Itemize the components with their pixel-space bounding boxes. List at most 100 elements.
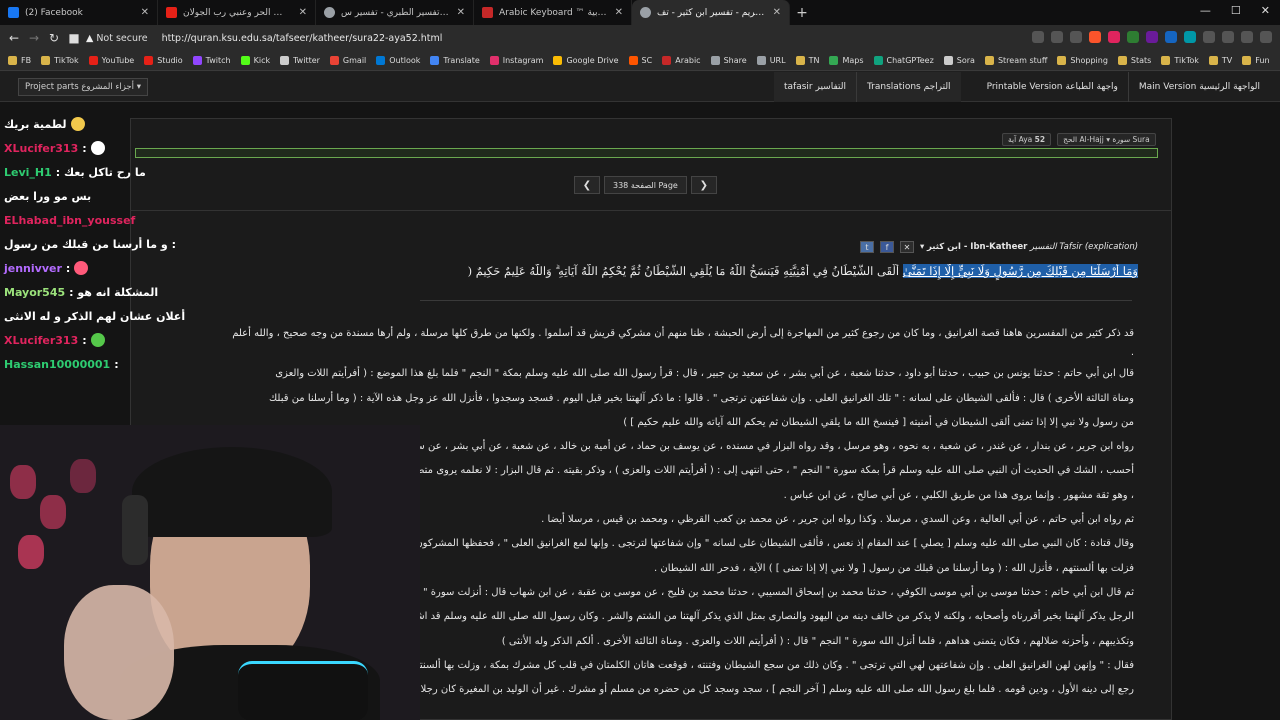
printable-version-link[interactable]: Printable Version واجهة الطباعة [977, 72, 1128, 102]
browser-tab[interactable]: عنبي رب الجيش الحر وعنبي رب الجولان✕ [158, 0, 316, 25]
bookmark-item[interactable]: Google Drive [553, 56, 619, 65]
chat-username[interactable]: jennivver [4, 262, 62, 275]
bookmark-item[interactable]: Twitch [192, 56, 231, 65]
chat-message: Mayor545 : المشكلة انه هو [4, 282, 158, 302]
tafsir-link[interactable]: tafasir التفاسير [774, 72, 856, 102]
bookmark-item[interactable]: Share [710, 56, 747, 65]
bookmark-item[interactable]: Instagram [489, 56, 543, 65]
project-parts-dropdown[interactable]: Project parts أجزاء المشروع ▾ [18, 78, 149, 96]
tafsir-paragraph: . [1130, 347, 1134, 359]
close-window-icon[interactable]: ✕ [1261, 4, 1270, 17]
new-tab-button[interactable]: + [790, 5, 814, 21]
bookmark-item[interactable]: TikTok [41, 56, 79, 65]
reload-icon[interactable]: ↻ [44, 31, 64, 45]
bookmark-item[interactable]: FB [8, 56, 31, 65]
prev-page-button[interactable]: ❮ [574, 176, 600, 194]
bookmark-item[interactable]: ChatGPTeez [873, 56, 934, 65]
bookmark-item[interactable]: Stats [1117, 56, 1151, 65]
bookmark-item[interactable]: Outlook [376, 56, 420, 65]
chat-text: : المشكلة انه هو [69, 285, 159, 299]
chat-username[interactable]: Levi_H1 [4, 166, 52, 179]
bookmarks-bar: FB TikTok YouTube Studio Twitch Kick Twitter Gm… [0, 51, 1280, 71]
bookmark-icon[interactable]: ■ [64, 31, 84, 45]
browser-tab[interactable]: (2) Facebook ✕ [0, 0, 158, 25]
bookmark-icon [1161, 56, 1171, 65]
extension-icon[interactable] [1203, 31, 1215, 43]
chat-username[interactable]: ELhabad_ibn_youssef [4, 214, 135, 227]
forward-icon[interactable]: → [24, 31, 44, 45]
menu-icon[interactable] [1260, 31, 1272, 43]
bookmark-item[interactable]: URL [756, 56, 786, 65]
globe-icon [324, 7, 335, 18]
browser-tab[interactable]: القرآن الكريم - تفسير الطبري - تفسير س✕ [316, 0, 474, 25]
bookmark-icon [88, 56, 98, 65]
chat-message: XLucifer313: [4, 330, 109, 350]
close-icon[interactable]: ✕ [900, 241, 914, 253]
chat-username[interactable]: XLucifer313 [4, 142, 78, 155]
chat-username[interactable]: XLucifer313 [4, 334, 78, 347]
maximize-icon[interactable]: ☐ [1231, 4, 1241, 17]
close-tab-icon[interactable]: ✕ [615, 7, 623, 18]
bookmark-icon [984, 56, 994, 65]
chat-message: أعلان عشان لهم الذكر و له الانثى [4, 306, 185, 326]
browser-tab[interactable]: Arabic Keyboard ™ لوحة المفاتيح العربية✕ [474, 0, 632, 25]
bookmark-icon [376, 56, 386, 65]
chat-username[interactable]: Hassan10000001 [4, 358, 110, 371]
back-icon[interactable]: ← [4, 31, 24, 45]
bookmark-icon [1242, 56, 1252, 65]
extension-icon[interactable] [1184, 31, 1196, 43]
bookmark-item[interactable]: Arabic [662, 56, 701, 65]
translations-link[interactable]: Translations التراجم [857, 72, 961, 102]
bookmark-icon [144, 56, 154, 65]
next-page-button[interactable]: ❯ [690, 176, 717, 194]
close-tab-icon[interactable]: ✕ [141, 7, 149, 18]
alert-icon[interactable] [1108, 31, 1120, 43]
close-tab-icon[interactable]: ✕ [299, 7, 307, 18]
chat-text: : ما رح تاكل بعك [55, 165, 146, 179]
sidebar-icon[interactable] [1241, 31, 1253, 43]
youtube-icon [166, 7, 177, 18]
bookmark-item[interactable]: TV [1208, 56, 1232, 65]
bookmark-item[interactable]: SC [628, 56, 652, 65]
chat-username[interactable]: Mayor545 [4, 286, 65, 299]
globe-icon [640, 7, 651, 18]
extension-icon[interactable] [1146, 31, 1158, 43]
bookmark-item[interactable]: TN [795, 56, 819, 65]
security-indicator[interactable]: ▲ Not secure [86, 33, 148, 44]
minimize-icon[interactable]: — [1200, 4, 1211, 17]
bookmark-item[interactable]: Studio [144, 56, 183, 65]
bookmark-item[interactable]: YouTube [88, 56, 134, 65]
bookmark-item[interactable]: Fun [1242, 56, 1270, 65]
bookmark-item[interactable]: Stream stuff [984, 56, 1047, 65]
zoom-icon[interactable] [1051, 31, 1063, 43]
tafsir-selector[interactable]: ▾ ابن كثير - Ibn-Katheer التفسير Tafsir … [920, 242, 1138, 252]
bookmark-item[interactable]: TikTok [1161, 56, 1199, 65]
bookmark-item[interactable]: Kick [240, 56, 270, 65]
bookmark-icon [329, 56, 339, 65]
bookmark-item[interactable]: Twitter [280, 56, 320, 65]
bookmark-item[interactable]: Translate [430, 56, 480, 65]
close-tab-icon[interactable]: ✕ [457, 7, 465, 18]
bookmark-item[interactable]: Sora [943, 56, 975, 65]
url-field[interactable]: ▲ Not secure http://quran.ksu.edu.sa/tafs… [86, 28, 1096, 48]
close-tab-icon[interactable]: ✕ [773, 7, 781, 18]
facebook-icon[interactable]: f [880, 241, 894, 253]
aya-selector[interactable]: آية Aya 52 [1002, 132, 1052, 146]
translate-icon[interactable] [1032, 31, 1044, 43]
extension-icon[interactable] [1165, 31, 1177, 43]
share-icon[interactable] [1070, 31, 1082, 43]
browser-tab-active[interactable]: القرآن الكريم - تفسير ابن كثير - تف✕ [632, 0, 790, 25]
page-selector[interactable]: الصفحة 338 Page [604, 176, 687, 194]
main-version-link[interactable]: Main Version الواجهة الرئيسية [1129, 72, 1270, 102]
bookmark-item[interactable]: Maps [829, 56, 864, 65]
bookmark-item[interactable]: Gmail [329, 56, 366, 65]
twitter-icon[interactable]: t [860, 241, 874, 253]
sura-selector[interactable]: الحج Al-Hajj ▾ سورة Sura [1057, 132, 1156, 146]
bookmark-item[interactable]: Shopping [1057, 56, 1108, 65]
wall-light [70, 459, 96, 493]
extension-icon[interactable] [1127, 31, 1139, 43]
selected-text[interactable]: وَمَا أَرْسَلْنَا مِن قَبْلِكَ مِن رَّسُ… [902, 264, 1138, 278]
brave-shield-icon[interactable] [1089, 31, 1101, 43]
bookmark-icon [240, 56, 250, 65]
extension-icon[interactable] [1222, 31, 1234, 43]
